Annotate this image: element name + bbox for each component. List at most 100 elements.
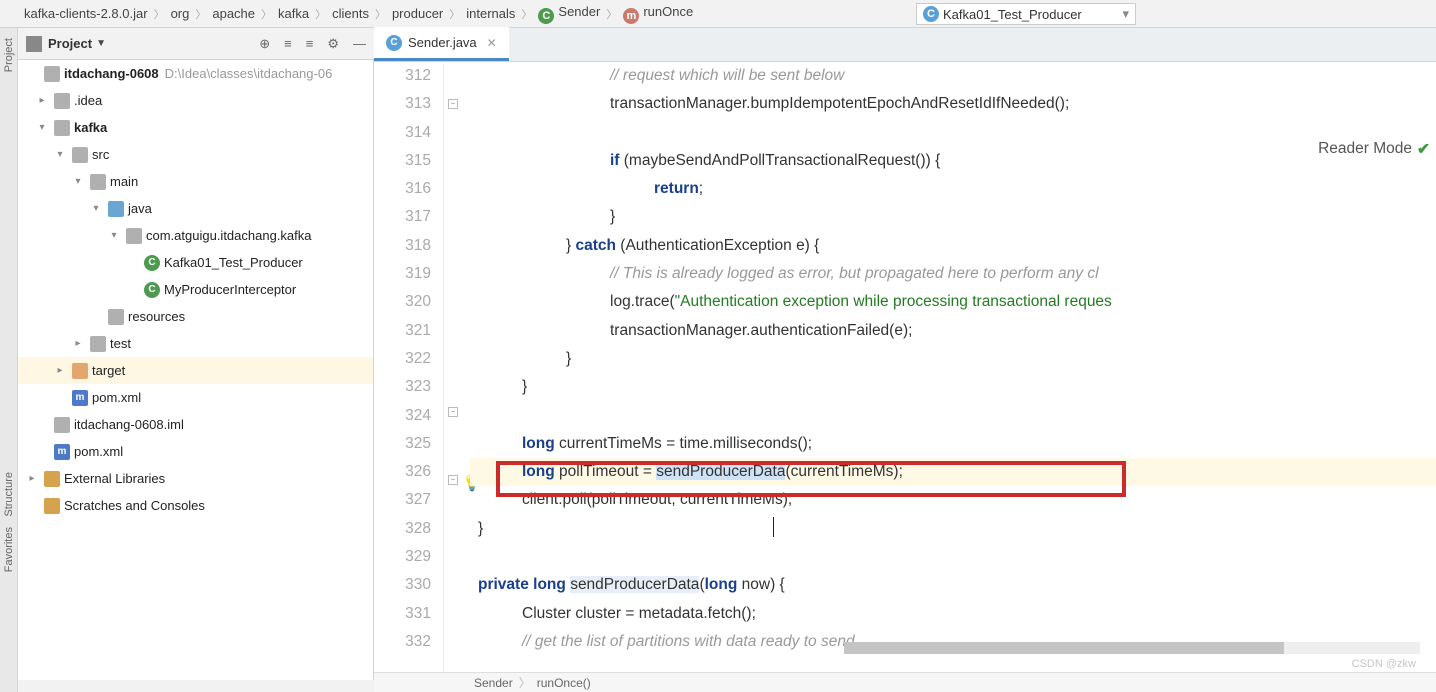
crumb-method[interactable]: runOnce() — [537, 676, 591, 690]
run-configuration-dropdown[interactable]: C Kafka01_Test_Producer ▾ — [916, 3, 1136, 25]
code-text: } — [478, 520, 483, 537]
code-text: transactionManager — [610, 95, 746, 112]
fold-marker-icon[interactable]: − — [448, 99, 458, 109]
fold-column: − − − — [444, 62, 464, 674]
tree-label: target — [92, 363, 125, 378]
line-num: 323 — [374, 373, 443, 401]
keyword: private — [478, 576, 529, 593]
tree-iml[interactable]: itdachang-0608.iml — [18, 411, 373, 438]
tree-resources[interactable]: resources — [18, 303, 373, 330]
line-num: 319 — [374, 260, 443, 288]
fold-marker-icon[interactable]: − — [448, 407, 458, 417]
chevron-down-icon[interactable]: ▼ — [96, 38, 106, 49]
line-num: 329 — [374, 543, 443, 571]
keyword: long — [705, 576, 738, 593]
tree-main[interactable]: main — [18, 168, 373, 195]
breadcrumbs-bottom: Sender 〉 runOnce() — [374, 672, 1436, 692]
tree-label: .idea — [74, 93, 102, 108]
tree-label: itdachang-0608.iml — [74, 417, 184, 432]
crumb-method-label: runOnce — [643, 4, 693, 19]
tree-label: main — [110, 174, 138, 189]
iml-file-icon — [54, 417, 70, 433]
tree-pom1[interactable]: mpom.xml — [18, 384, 373, 411]
code-text: .fetch(); — [703, 605, 756, 622]
scroll-thumb[interactable] — [844, 642, 1284, 654]
chevron-right-icon: 〉 — [315, 6, 326, 22]
code-editor[interactable]: Reader Mode ✔ 312 313 314 315 316 317 31… — [374, 62, 1436, 674]
fold-marker-icon[interactable]: − — [448, 475, 458, 485]
class-icon: C — [386, 35, 402, 51]
libraries-icon — [44, 471, 60, 487]
tree-idea[interactable]: .idea — [18, 87, 373, 114]
horizontal-scrollbar[interactable] — [844, 642, 1420, 654]
tree-file-kafka01[interactable]: C Kafka01_Test_Producer — [18, 249, 373, 276]
tree-java[interactable]: java — [18, 195, 373, 222]
crumb-class[interactable]: C Sender — [532, 4, 606, 24]
tree-pom2[interactable]: mpom.xml — [18, 438, 373, 465]
code-body[interactable]: // request which will be sent below tran… — [470, 62, 1436, 674]
settings-icon[interactable]: ⚙ — [327, 36, 339, 52]
tree-target[interactable]: target — [18, 357, 373, 384]
tree-label: test — [110, 336, 131, 351]
line-gutter: 312 313 314 315 316 317 318 319 320 321 … — [374, 62, 444, 674]
chevron-right-icon: 〉 — [449, 6, 460, 22]
code-text: (currentTimeMs); — [785, 463, 902, 480]
crumb-class[interactable]: Sender — [474, 676, 513, 690]
expand-all-icon[interactable]: ≡ — [284, 36, 292, 52]
line-num: 316 — [374, 175, 443, 203]
project-tree[interactable]: itdachang-0608D:\Idea\classes\itdachang-… — [18, 60, 374, 680]
tree-package[interactable]: com.atguigu.itdachang.kafka — [18, 222, 373, 249]
folder-icon — [90, 336, 106, 352]
config-class-icon: C — [923, 6, 939, 22]
tab-label: Sender.java — [408, 35, 477, 50]
tree-label: src — [92, 147, 109, 162]
class-icon: C — [538, 8, 554, 24]
comment-text: // This is already logged as error, but … — [610, 265, 1099, 282]
method-icon: m — [623, 8, 639, 24]
code-text: .authenticationFailed(e); — [746, 322, 912, 339]
crumb-org[interactable]: org — [165, 6, 196, 21]
crumb-producer[interactable]: producer — [386, 6, 449, 21]
tree-label: Kafka01_Test_Producer — [164, 255, 303, 270]
tree-label: kafka — [74, 120, 107, 135]
line-num: 325 — [374, 430, 443, 458]
crumb-kafka[interactable]: kafka — [272, 6, 315, 21]
tree-test[interactable]: test — [18, 330, 373, 357]
tab-project[interactable]: Project — [3, 38, 15, 72]
crumb-method[interactable]: m runOnce — [617, 4, 699, 24]
collapse-all-icon[interactable]: ≡ — [306, 36, 314, 52]
tree-root[interactable]: itdachang-0608D:\Idea\classes\itdachang-… — [18, 60, 373, 87]
line-num: 321 — [374, 317, 443, 345]
folder-icon — [90, 174, 106, 190]
comment-text: // get the list of partitions with data … — [522, 633, 855, 650]
tree-external-libraries[interactable]: External Libraries — [18, 465, 373, 492]
tab-structure[interactable]: Structure — [3, 472, 15, 517]
crumb-clients[interactable]: clients — [326, 6, 375, 21]
tree-src[interactable]: src — [18, 141, 373, 168]
folder-icon — [72, 147, 88, 163]
resources-folder-icon — [108, 309, 124, 325]
tree-file-interceptor[interactable]: CMyProducerInterceptor — [18, 276, 373, 303]
line-num: 332 — [374, 628, 443, 656]
crumb-apache[interactable]: apache — [206, 6, 261, 21]
crumb-class-label: Sender — [558, 4, 600, 19]
locate-icon[interactable]: ⊕ — [259, 36, 270, 52]
module-icon — [44, 66, 60, 82]
line-num: 314 — [374, 119, 443, 147]
tab-favorites[interactable]: Favorites — [3, 527, 15, 572]
maven-file-icon: m — [72, 390, 88, 406]
code-text: .poll(pollTimeout, currentTimeMs); — [558, 491, 792, 508]
watermark: CSDN @zkw — [1352, 658, 1416, 670]
string-text: "Authentication exception while processi… — [675, 293, 1112, 310]
navigation-bar: kafka-clients-2.8.0.jar〉 org〉 apache〉 ka… — [0, 0, 1436, 28]
project-panel-header: Project ▼ ⊕ ≡ ≡ ⚙ — — [18, 28, 374, 60]
class-file-icon: C — [144, 255, 160, 271]
crumb-jar[interactable]: kafka-clients-2.8.0.jar — [18, 6, 154, 21]
tree-kafka[interactable]: kafka — [18, 114, 373, 141]
crumb-internals[interactable]: internals — [460, 6, 521, 21]
hide-icon[interactable]: — — [353, 36, 366, 52]
close-tab-icon[interactable]: ✕ — [487, 36, 497, 50]
code-text: currentTimeMs = time.milliseconds(); — [555, 435, 812, 452]
editor-tab-sender[interactable]: C Sender.java ✕ — [374, 27, 509, 61]
tree-scratches[interactable]: Scratches and Consoles — [18, 492, 373, 519]
